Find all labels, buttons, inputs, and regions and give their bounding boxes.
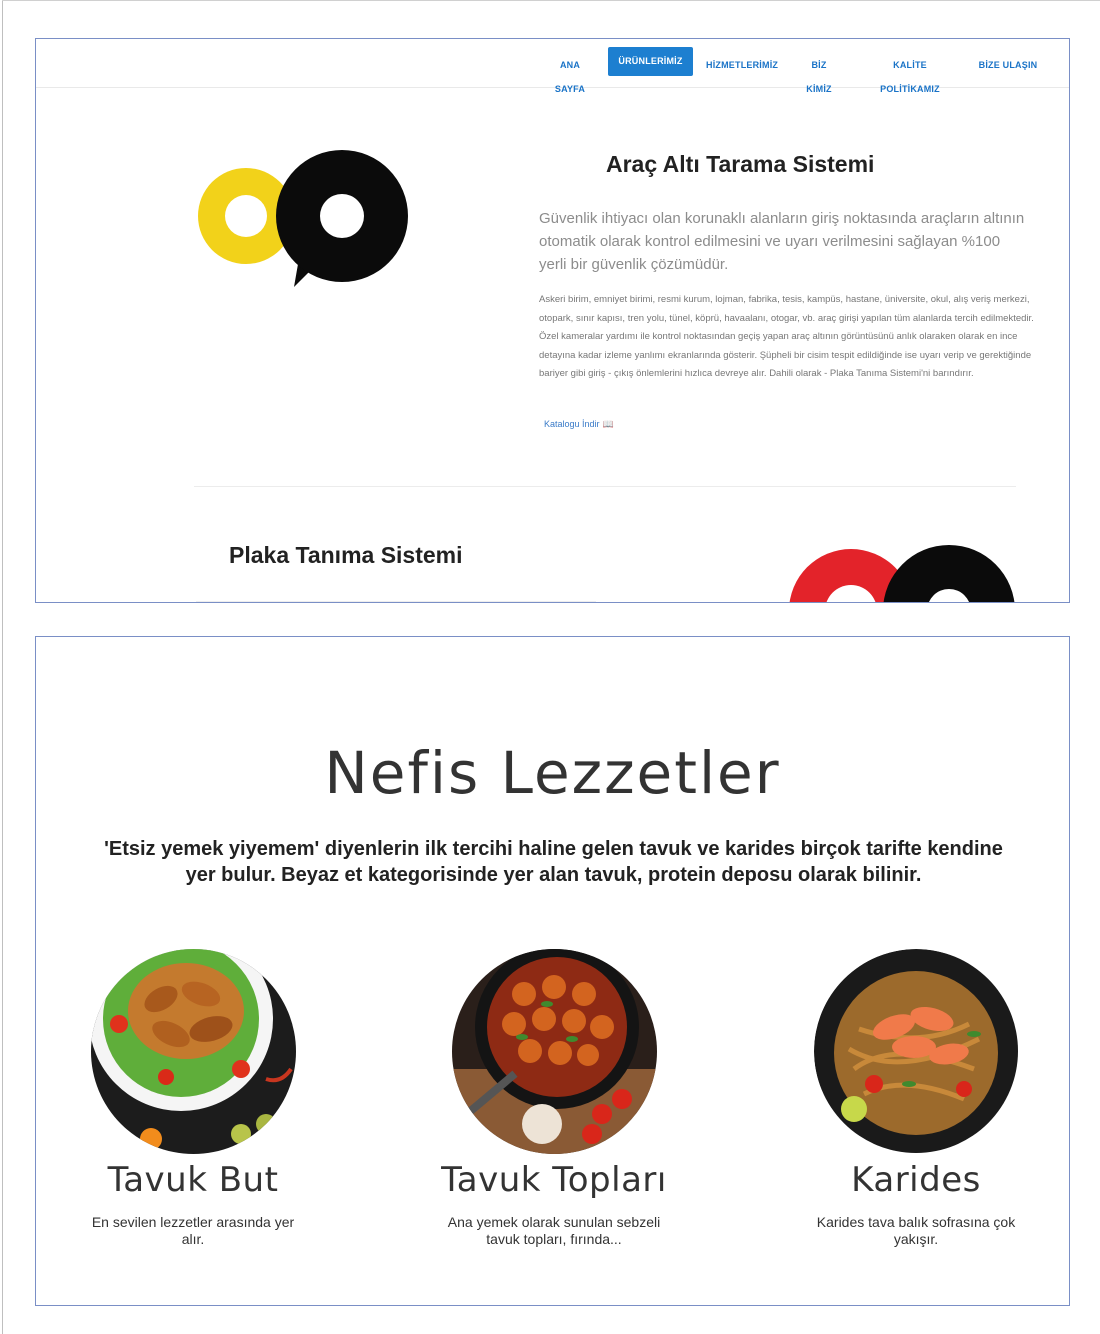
page-edge-top [2,0,1100,1]
product-lead-text: Güvenlik ihtiyacı olan korunaklı alanlar… [539,210,1025,273]
page-edge-left [2,0,3,1334]
food-card-tavuk-but[interactable]: Tavuk But En sevilen lezzetler arasında … [63,949,323,1248]
card-description: Ana yemek olarak sunulan sebzeli tavuk t… [447,1214,661,1247]
nav-products[interactable]: ÜRÜNLERİMİZ [608,47,693,76]
nav-about[interactable]: BİZ KİMİZ [788,53,850,94]
chicken-thigh-image [90,949,296,1154]
food-intro-text: 'Etsiz yemek yiyemem' diyenlerin ilk ter… [104,838,1003,886]
card-title: Karides [851,1160,981,1200]
card-title: Tavuk But [107,1160,279,1200]
book-icon: 📖 [602,419,614,429]
product-title: Araç Altı Tarama Sistemi [606,151,875,177]
nav-contact[interactable]: BİZE ULAŞIN [968,53,1048,77]
catalog-link-label: Katalogu İndir [544,419,600,429]
shrimp-image [813,949,1019,1154]
nav-quality-policy[interactable]: KALİTE POLİTİKAMIZ [854,53,966,94]
product-title-2: Plaka Tanıma Sistemi [229,542,463,568]
food-page-panel: Nefis Lezzetler 'Etsiz yemek yiyemem' di… [35,636,1070,1306]
nav-home[interactable]: ANA SAYFA [534,53,606,94]
nav-services[interactable]: HİZMETLERİMİZ [696,53,786,77]
card-description: En sevilen lezzetler arasında yer alır. [91,1214,295,1247]
faint-text-line [196,601,596,602]
card-description: Karides tava balık sofrasına çok yakışır… [816,1214,1016,1247]
product-description: Askeri birim, emniyet birimi, resmi kuru… [539,294,1034,380]
food-headline: Nefis Lezzetler [324,739,781,807]
food-card-karides[interactable]: Karides Karides tava balık sofrasına çok… [786,949,1046,1248]
catalog-download-link[interactable]: Katalogu İndir 📖 [544,419,614,430]
brand-logo-yellow-black [198,150,408,287]
chicken-balls-image [451,949,657,1154]
product-page-panel: ANA SAYFA ÜRÜNLERİMİZ HİZMETLERİMİZ BİZ … [35,38,1070,603]
brand-logo-red-black [789,545,1015,602]
section-divider [194,486,1016,487]
card-title: Tavuk Topları [441,1160,667,1200]
food-card-tavuk-toplari[interactable]: Tavuk Topları Ana yemek olarak sunulan s… [424,949,684,1248]
top-navbar: ANA SAYFA ÜRÜNLERİMİZ HİZMETLERİMİZ BİZ … [36,39,1069,94]
